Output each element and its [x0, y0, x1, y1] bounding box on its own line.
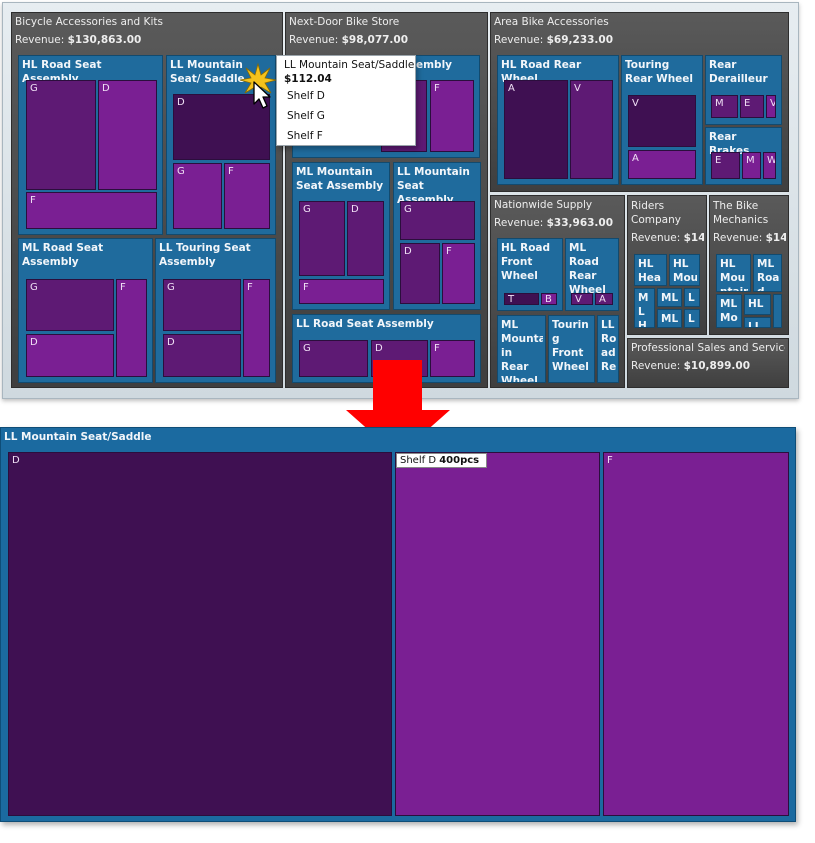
shelf-g[interactable]: G — [299, 340, 368, 377]
shelf-g[interactable]: G — [26, 80, 96, 190]
shelf-d[interactable]: D — [98, 80, 157, 190]
shelf-e[interactable]: E — [711, 152, 740, 179]
tooltip-title: LL Mountain Seat/Saddle — [284, 59, 415, 71]
zoom-arrow-stem — [373, 360, 422, 414]
product-tiny[interactable] — [773, 294, 782, 328]
product-ll-road-rear-wheel[interactable]: LL Ro ad Re — [597, 315, 619, 383]
tooltip-item: Shelf G — [287, 110, 325, 122]
product-hl-mountain[interactable]: HL Mou ntain — [716, 254, 751, 292]
tooltip-shelf-label: Shelf D — [400, 455, 437, 466]
shelf-b[interactable]: B — [541, 293, 557, 305]
product-hl[interactable]: HL — [744, 294, 771, 315]
shelf-f[interactable]: F — [430, 80, 474, 152]
product-ml[interactable]: ML — [657, 288, 682, 307]
tooltip-item: Shelf F — [287, 130, 323, 142]
mouse-cursor-icon — [253, 81, 271, 109]
shelf-m[interactable]: M — [711, 95, 738, 118]
shelf-d[interactable]: D — [163, 334, 241, 377]
product-tooltip: LL Mountain Seat/Saddle $112.04 Shelf D … — [276, 55, 416, 146]
shelf-w[interactable]: W — [763, 152, 776, 179]
shelf-f[interactable]: F — [224, 163, 270, 229]
shelf-f[interactable]: F — [430, 340, 475, 377]
product-ml-mountain[interactable]: ML Mo — [716, 294, 742, 328]
zoom-shelf-g[interactable] — [395, 452, 600, 816]
shelf-a[interactable]: A — [595, 293, 613, 305]
zoom-shelf-f[interactable]: F — [603, 452, 789, 816]
shelf-f[interactable]: F — [442, 243, 475, 304]
shelf-f[interactable]: F — [26, 192, 157, 229]
shelf-f[interactable]: F — [116, 279, 147, 377]
shelf-g[interactable]: G — [400, 201, 475, 240]
shelf-v[interactable]: V — [571, 293, 593, 305]
shelf-g[interactable]: G — [163, 279, 241, 331]
shelf-f[interactable]: F — [243, 279, 270, 377]
shelf-d[interactable]: D — [26, 334, 114, 377]
product-hl-mountain[interactable]: HL Mou — [669, 254, 700, 286]
product-l[interactable]: L — [684, 288, 700, 307]
tooltip-price: $112.04 — [284, 73, 332, 85]
shelf-g[interactable]: G — [299, 201, 345, 276]
product-ml-mountain-rear-wheel[interactable]: ML Mounta in Rear Wheel — [497, 315, 546, 383]
shelf-v[interactable]: V — [766, 95, 776, 118]
shelf-m[interactable]: M — [742, 152, 761, 179]
shelf-t[interactable]: T — [504, 293, 539, 305]
product-ll[interactable]: LL — [744, 317, 771, 328]
shelf-d[interactable]: D — [347, 201, 384, 276]
product-touring-front-wheel[interactable]: Tourin g Front Wheel — [548, 315, 595, 383]
shelf-v[interactable]: V — [628, 95, 696, 147]
shelf-e[interactable]: E — [740, 95, 764, 118]
group-revenue: Revenue: $130,863.00 — [15, 34, 142, 46]
shelf-a[interactable]: A — [504, 80, 568, 179]
shelf-quantity-tooltip: Shelf D 400pcs — [396, 453, 487, 468]
product-l[interactable]: L — [684, 309, 700, 328]
zoom-shelf-d[interactable]: D — [8, 452, 392, 816]
shelf-g[interactable]: G — [173, 163, 222, 229]
shelf-f[interactable]: F — [299, 279, 384, 304]
tooltip-shelf-quantity: 400pcs — [439, 455, 480, 466]
group-name: Bicycle Accessories and Kits — [15, 16, 163, 28]
product-ml-road[interactable]: ML Roa d — [753, 254, 782, 292]
group-professional-sales-and-service[interactable]: Professional Sales and Service Revenue: … — [627, 338, 789, 388]
tooltip-item: Shelf D — [287, 90, 325, 102]
product-ml[interactable]: ML — [657, 309, 682, 328]
product-hl-headset[interactable]: HL Hea — [634, 254, 667, 286]
shelf-g[interactable]: G — [26, 279, 114, 331]
zoom-title: LL Mountain Seat/Saddle — [4, 431, 152, 443]
shelf-v[interactable]: V — [570, 80, 613, 179]
product-mlh[interactable]: M L H — [634, 288, 655, 328]
shelf-d[interactable]: D — [400, 243, 440, 304]
shelf-a[interactable]: A — [628, 150, 696, 179]
